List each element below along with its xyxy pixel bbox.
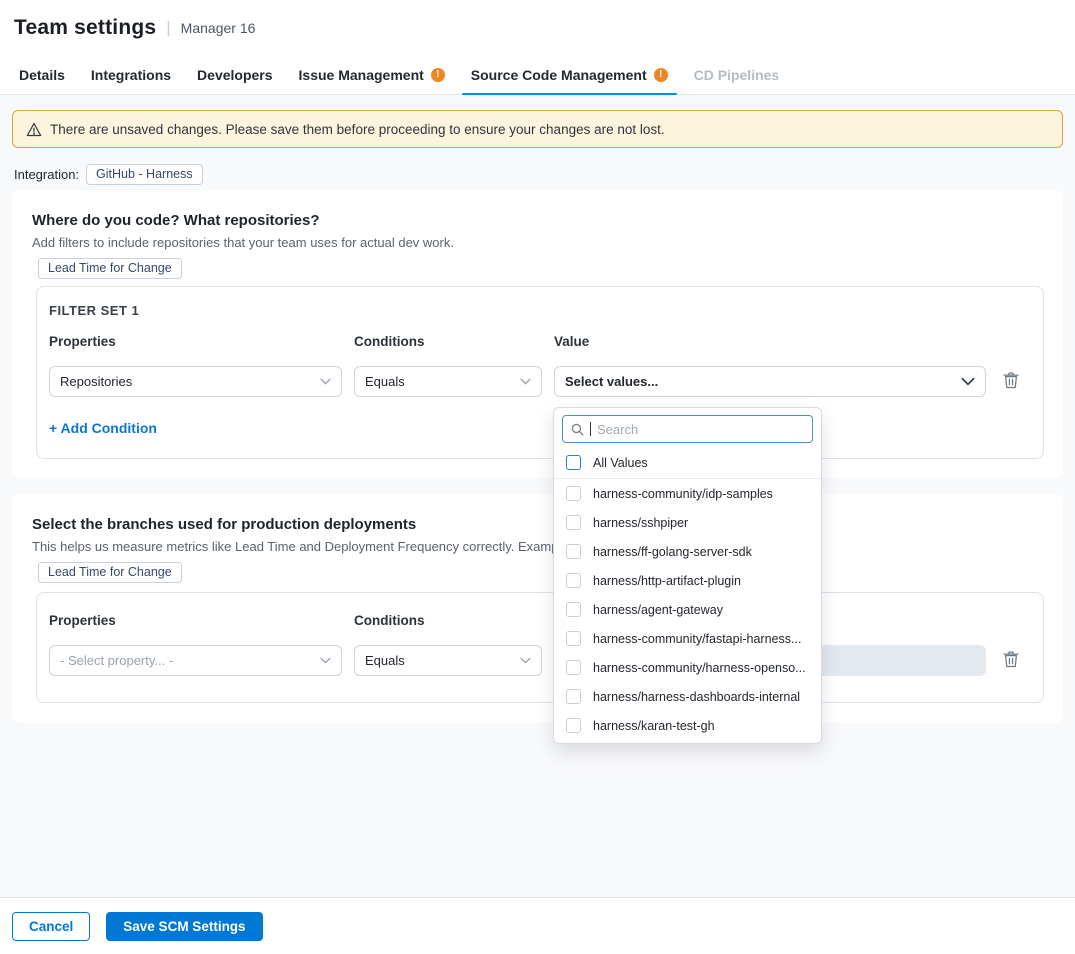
properties-column-label: Properties (49, 334, 116, 349)
warning-triangle-icon (26, 122, 42, 137)
integration-label: Integration: (14, 167, 79, 182)
repo-option[interactable]: harness/harness-dashboards-internal (554, 682, 821, 711)
repositories-section: Where do you code? What repositories? Ad… (12, 190, 1063, 478)
tab-cd-pipelines: CD Pipelines (681, 56, 793, 94)
checkbox-icon[interactable] (566, 515, 581, 530)
delete-filter-icon[interactable] (1003, 372, 1020, 390)
repo-option[interactable]: harness-community/harness-openso... (554, 653, 821, 682)
section-subtitle: Add filters to include repositories that… (32, 235, 454, 250)
repo-option-clipped[interactable]: harness/internal-dashboards (554, 740, 821, 744)
checkbox-icon[interactable] (566, 718, 581, 733)
checkbox-icon[interactable] (566, 602, 581, 617)
branch-filter-card: Properties Conditions Value - Select pro… (36, 592, 1044, 703)
repo-option[interactable]: harness/agent-gateway (554, 595, 821, 624)
title-divider: | (166, 18, 170, 38)
section-title: Select the branches used for production … (32, 516, 416, 533)
branch-condition-select[interactable]: Equals (354, 645, 542, 676)
text-cursor (590, 422, 591, 436)
checkbox-icon[interactable] (566, 486, 581, 501)
checkbox-icon[interactable] (566, 689, 581, 704)
chevron-down-icon (520, 378, 531, 385)
tab-integrations[interactable]: Integrations (78, 56, 184, 94)
branch-property-select[interactable]: - Select property... - (49, 645, 342, 676)
integration-chip[interactable]: GitHub - Harness (86, 164, 203, 185)
chevron-down-icon (520, 657, 531, 664)
search-input[interactable]: Search (562, 415, 813, 443)
tab-issue-management[interactable]: Issue Management ! (286, 56, 458, 94)
tab-source-code-management[interactable]: Source Code Management ! (458, 56, 681, 94)
repo-option[interactable]: harness-community/idp-samples (554, 479, 821, 508)
warning-badge-icon: ! (654, 68, 668, 82)
metric-chip: Lead Time for Change (38, 562, 182, 583)
delete-filter-icon[interactable] (1003, 651, 1020, 669)
all-values-option[interactable]: All Values (554, 449, 821, 476)
integration-row: Integration: GitHub - Harness (14, 164, 203, 185)
repo-option[interactable]: harness/http-artifact-plugin (554, 566, 821, 595)
condition-select[interactable]: Equals (354, 366, 542, 397)
footer-bar: Cancel Save SCM Settings (0, 897, 1075, 954)
checkbox-icon[interactable] (566, 631, 581, 646)
banner-text: There are unsaved changes. Please save t… (50, 122, 665, 137)
checkbox-icon[interactable] (566, 544, 581, 559)
repo-option[interactable]: harness/ff-golang-server-sdk (554, 537, 821, 566)
tab-details[interactable]: Details (6, 56, 78, 94)
repo-option[interactable]: harness/sshpiper (554, 508, 821, 537)
metric-chip: Lead Time for Change (38, 258, 182, 279)
checkbox-icon[interactable] (566, 660, 581, 675)
search-placeholder: Search (597, 422, 638, 437)
team-settings-page: Team settings | Manager 16 Details Integ… (0, 0, 1075, 954)
page-title: Team settings (14, 16, 156, 40)
checkbox-icon[interactable] (566, 455, 581, 470)
chevron-down-icon (320, 657, 331, 664)
filter-set-title: FILTER SET 1 (49, 303, 139, 318)
branches-section: Select the branches used for production … (12, 494, 1063, 723)
add-condition-button[interactable]: + Add Condition (49, 420, 157, 436)
warning-badge-icon: ! (431, 68, 445, 82)
section-title: Where do you code? What repositories? (32, 212, 320, 229)
chevron-down-icon (320, 378, 331, 385)
tab-bar: Details Integrations Developers Issue Ma… (0, 56, 1075, 95)
checkbox-icon[interactable] (566, 573, 581, 588)
save-scm-settings-button[interactable]: Save SCM Settings (106, 912, 262, 941)
property-select[interactable]: Repositories (49, 366, 342, 397)
tab-developers[interactable]: Developers (184, 56, 285, 94)
repo-option[interactable]: harness/karan-test-gh (554, 711, 821, 740)
section-subtitle: This helps us measure metrics like Lead … (32, 539, 604, 554)
value-select[interactable]: Select values... (554, 366, 986, 397)
page-header: Team settings | Manager 16 (0, 0, 1075, 56)
conditions-column-label: Conditions (354, 334, 425, 349)
conditions-column-label: Conditions (354, 613, 425, 628)
value-column-label: Value (554, 334, 589, 349)
unsaved-changes-banner: There are unsaved changes. Please save t… (12, 110, 1063, 148)
cancel-button[interactable]: Cancel (12, 912, 90, 941)
chevron-down-icon (961, 377, 975, 386)
repo-option[interactable]: harness-community/fastapi-harness... (554, 624, 821, 653)
filter-set-card: FILTER SET 1 Properties Conditions Value… (36, 286, 1044, 459)
value-select-popup: Search All Values harness-community/idp-… (553, 407, 822, 744)
properties-column-label: Properties (49, 613, 116, 628)
page-subtitle: Manager 16 (181, 20, 256, 36)
search-icon (571, 423, 584, 436)
